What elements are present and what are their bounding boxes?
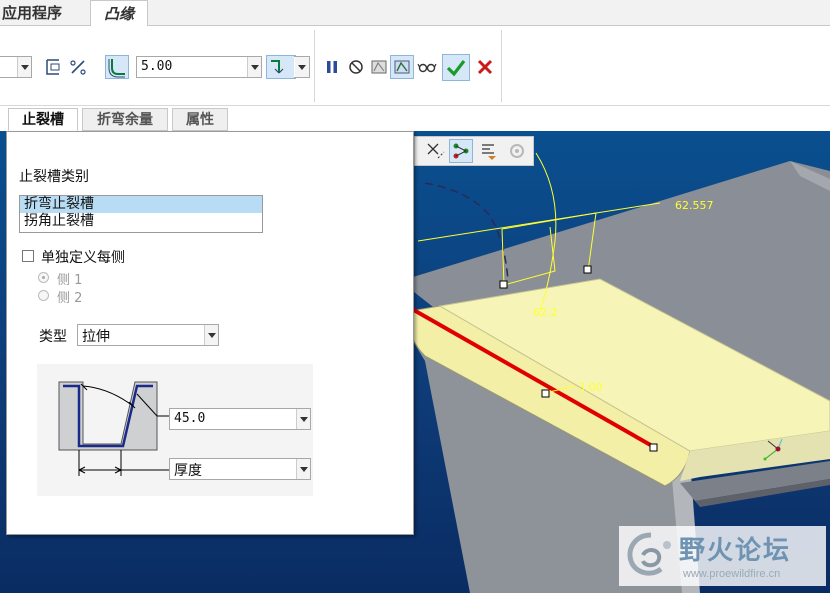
relief-panel: 止裂槽类别 折弯止裂槽 拐角止裂槽 单独定义每侧 侧 1 侧 2 类型 拉伸 4… <box>6 131 414 535</box>
type-dropdown[interactable]: 拉伸 <box>77 324 219 346</box>
single-side-checkbox[interactable] <box>22 250 34 262</box>
angle-value: 45.0 <box>174 411 206 426</box>
side-2-label: 侧 2 <box>57 291 83 306</box>
dimension-label[interactable]: 62.2 <box>533 306 558 319</box>
side-1-radio[interactable] <box>38 272 49 283</box>
type-value: 拉伸 <box>82 329 110 345</box>
bend-side-icon[interactable] <box>266 55 296 79</box>
watermark-title: 野火论坛 <box>679 536 792 566</box>
relief-category-label: 止裂槽类别 <box>19 169 89 185</box>
watermark-url: www.proewildfire.cn <box>683 568 781 580</box>
chevron-down-icon[interactable] <box>296 409 310 429</box>
list-item[interactable]: 拐角止裂槽 <box>20 213 262 230</box>
side-2-radio[interactable] <box>38 290 49 301</box>
chevron-down-icon[interactable] <box>247 57 261 77</box>
selection-toolbar <box>414 136 534 166</box>
dimension-label[interactable]: 3.00 <box>578 381 603 394</box>
bend-radius-icon[interactable] <box>105 55 129 79</box>
width-dropdown[interactable]: 厚度 <box>169 458 311 480</box>
dimension-tool-icon[interactable] <box>477 139 501 163</box>
geometry-preview-icon[interactable] <box>367 55 391 79</box>
tab-relief[interactable]: 止裂槽 <box>8 108 78 131</box>
panel-tab-bar: 止裂槽 折弯余量 属性 <box>0 106 830 131</box>
relief-category-list[interactable]: 折弯止裂槽 拐角止裂槽 <box>19 195 263 233</box>
settings-disabled-icon <box>505 139 529 163</box>
pause-icon[interactable] <box>320 55 344 79</box>
tab-flange[interactable]: 凸缘 <box>90 0 148 27</box>
no-bend-icon[interactable] <box>66 55 90 79</box>
ribbon-tab-bar: 应用程序 凸缘 <box>0 0 830 27</box>
single-side-label: 单独定义每侧 <box>41 250 125 266</box>
no-preview-icon[interactable] <box>344 55 368 79</box>
bend-side-dropdown[interactable] <box>294 56 310 78</box>
dimension-label[interactable]: 62.557 <box>675 199 714 212</box>
chevron-down-icon[interactable] <box>295 57 309 77</box>
watermark: 野火论坛 www.proewildfire.cn <box>619 526 826 586</box>
toolbar-divider <box>501 30 502 102</box>
tab-applications[interactable]: 应用程序 <box>0 0 86 26</box>
drag-handle[interactable] <box>499 280 508 289</box>
cross-axis-icon[interactable] <box>423 139 447 163</box>
close-icon[interactable] <box>473 55 497 79</box>
chevron-down-icon[interactable] <box>296 459 310 479</box>
tab-bend-allowance[interactable]: 折弯余量 <box>82 108 168 131</box>
glasses-icon[interactable] <box>415 55 439 79</box>
relief-diagram: 45.0 厚度 <box>37 364 313 496</box>
angle-dropdown[interactable]: 45.0 <box>169 408 311 430</box>
drag-handle[interactable] <box>649 443 658 452</box>
tab-properties[interactable]: 属性 <box>172 108 228 131</box>
node-connect-icon[interactable] <box>449 139 473 163</box>
shape-combo[interactable] <box>0 56 32 78</box>
chevron-down-icon[interactable] <box>204 325 218 345</box>
drag-handle[interactable] <box>583 265 592 274</box>
verify-preview-icon[interactable] <box>390 55 414 79</box>
list-item[interactable]: 折弯止裂槽 <box>20 196 262 213</box>
drag-handle[interactable] <box>541 389 550 398</box>
flip-side-icon[interactable] <box>42 55 66 79</box>
type-label: 类型 <box>39 329 67 345</box>
side-1-label: 侧 1 <box>57 273 83 288</box>
chevron-down-icon[interactable] <box>17 57 31 77</box>
length-combo[interactable]: 5.00 <box>136 56 262 78</box>
width-value: 厚度 <box>174 463 202 479</box>
forum-logo-icon <box>627 532 671 576</box>
dashboard-toolbar: 5.00 <box>0 26 830 106</box>
checkmark-icon[interactable] <box>442 54 470 81</box>
toolbar-divider <box>314 30 315 102</box>
length-value: 5.00 <box>141 59 173 74</box>
